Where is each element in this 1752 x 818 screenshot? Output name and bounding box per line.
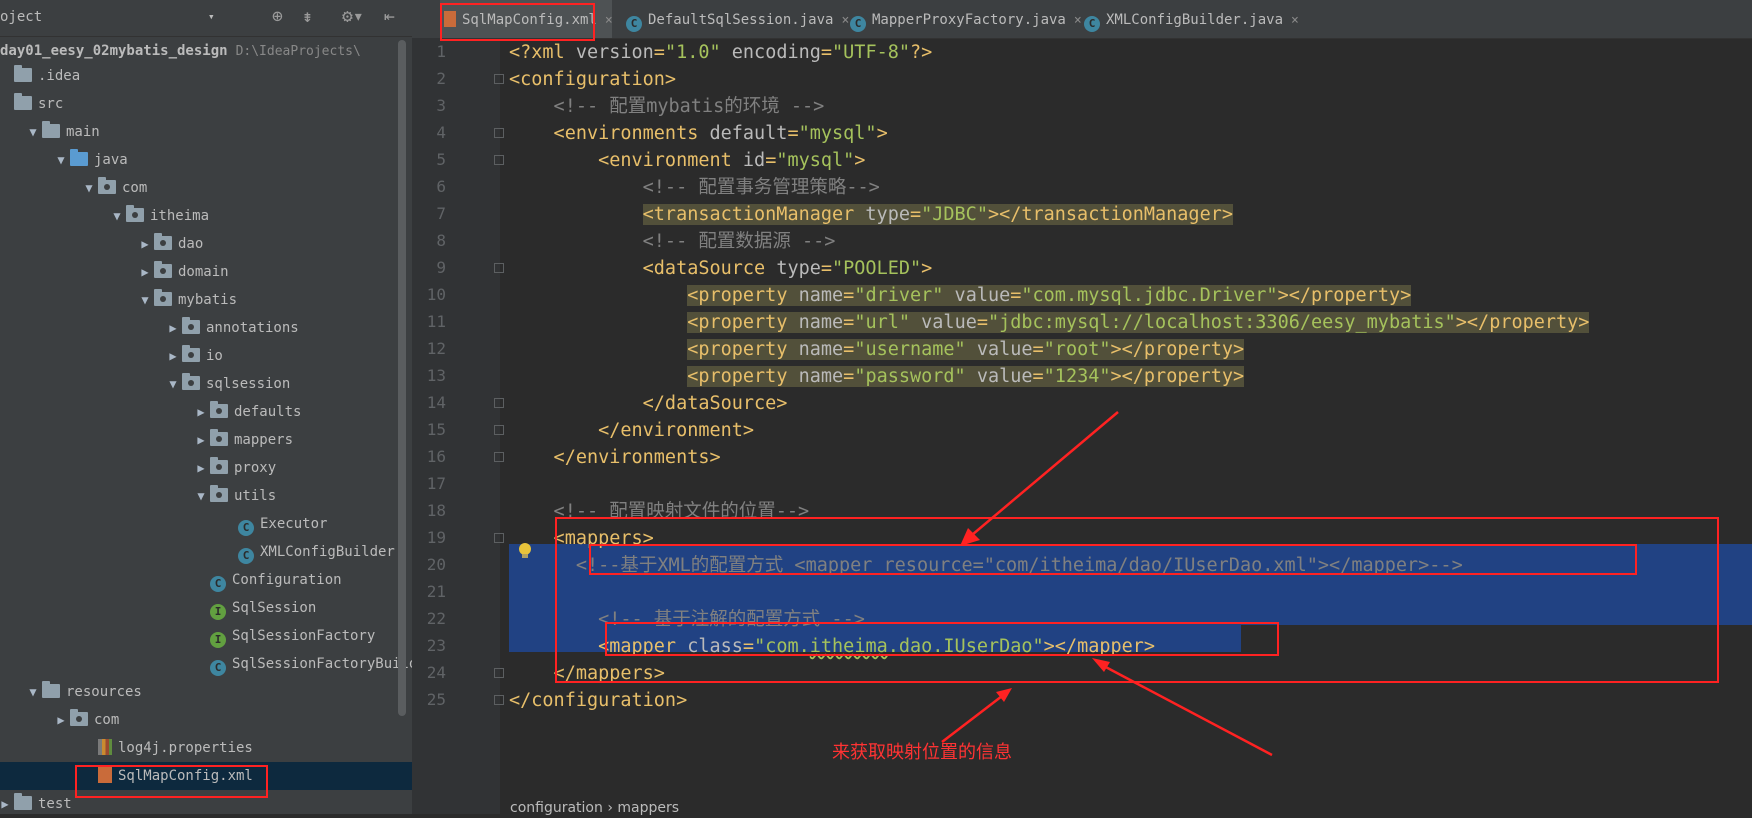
arrow-1-line xyxy=(965,411,1119,541)
arrow-2-line xyxy=(941,692,1007,743)
arrow-3-line xyxy=(1099,662,1273,757)
annotation-arrows xyxy=(941,411,1273,757)
arrow-3-head xyxy=(1092,658,1110,672)
